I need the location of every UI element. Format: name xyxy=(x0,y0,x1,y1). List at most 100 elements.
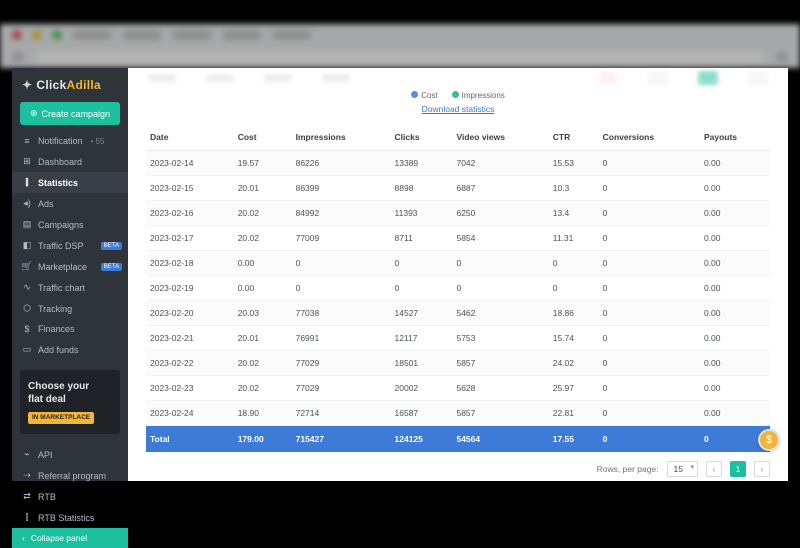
table-row[interactable]: 2023-02-190.00000000.00 xyxy=(146,276,770,301)
pager-prev-button[interactable]: ‹ xyxy=(706,461,722,477)
sidebar-item-rtb[interactable]: ⇄RTB xyxy=(12,486,128,507)
table-cell: 0 xyxy=(599,301,700,326)
table-cell: 19.57 xyxy=(234,151,292,176)
table-cell: 5854 xyxy=(452,226,548,251)
sidebar-item-statistics[interactable]: ⫿Statistics xyxy=(12,172,128,193)
total-cell: 715427 xyxy=(292,426,391,453)
table-cell: 20.01 xyxy=(234,326,292,351)
sound-icon: ◂) xyxy=(22,198,32,209)
table-row[interactable]: 2023-02-1620.028499211393625013.400.00 xyxy=(146,201,770,226)
table-cell: 0.00 xyxy=(234,276,292,301)
grid-icon: ⊞ xyxy=(22,156,32,167)
sidebar-item-label: Dashboard xyxy=(38,157,82,167)
table-cell: 13.4 xyxy=(549,201,599,226)
pager-next-button[interactable]: › xyxy=(754,461,770,477)
table-cell: 15.53 xyxy=(549,151,599,176)
table-row[interactable]: 2023-02-2418.907271416587585722.8100.00 xyxy=(146,401,770,426)
rows-per-page-select[interactable]: 15 xyxy=(667,461,698,477)
help-fab-button[interactable]: $ xyxy=(758,429,780,451)
sidebar-item-label: API xyxy=(38,450,53,460)
sidebar-item-campaigns[interactable]: ▤Campaigns xyxy=(12,214,128,235)
table-row[interactable]: 2023-02-180.00000000.00 xyxy=(146,251,770,276)
promo-line1: Choose your xyxy=(28,380,112,393)
column-header[interactable]: Cost xyxy=(234,124,292,151)
table-cell: 0.00 xyxy=(700,201,770,226)
table-row[interactable]: 2023-02-1520.01863998898688710.300.00 xyxy=(146,176,770,201)
sidebar-item-notification[interactable]: ≡Notification• 55 xyxy=(12,131,128,151)
download-statistics-link[interactable]: Download statistics xyxy=(422,104,495,114)
table-cell: 0 xyxy=(549,251,599,276)
table-row[interactable]: 2023-02-2220.027702918501585724.0200.00 xyxy=(146,351,770,376)
promo-chip: IN MARKETPLACE xyxy=(28,412,94,424)
table-cell: 0 xyxy=(599,201,700,226)
ref-icon: ⇢ xyxy=(22,470,32,481)
table-row[interactable]: 2023-02-2320.027702920002562825.9700.00 xyxy=(146,376,770,401)
sidebar-item-tracking[interactable]: ⬡Tracking xyxy=(12,298,128,319)
table-cell: 6250 xyxy=(452,201,548,226)
table-cell: 2023-02-16 xyxy=(146,201,234,226)
table-cell: 16587 xyxy=(391,401,453,426)
sidebar-item-add-funds[interactable]: ▭Add funds xyxy=(12,339,128,360)
api-icon: ⌁ xyxy=(22,449,32,460)
table-cell: 77038 xyxy=(292,301,391,326)
chevron-left-icon: ‹ xyxy=(22,533,25,543)
table-row[interactable]: 2023-02-1419.578622613389704215.5300.00 xyxy=(146,151,770,176)
sidebar-item-traffic-chart[interactable]: ∿Traffic chart xyxy=(12,277,128,298)
total-cell: 124125 xyxy=(391,426,453,453)
table-cell: 25.97 xyxy=(549,376,599,401)
cart-icon: 🛒 xyxy=(22,261,32,272)
table-cell: 76991 xyxy=(292,326,391,351)
chart-icon: ⫿ xyxy=(22,177,32,188)
sidebar-item-traffic-dsp[interactable]: ◧Traffic DSPBETA xyxy=(12,235,128,256)
table-cell: 20.01 xyxy=(234,176,292,201)
legend-impressions: Impressions xyxy=(452,91,505,100)
sidebar-item-dashboard[interactable]: ⊞ Dashboard xyxy=(12,151,128,172)
create-campaign-button[interactable]: ⊕ Create campaign xyxy=(20,102,120,125)
table-row[interactable]: 2023-02-1720.02770098711585411.3100.00 xyxy=(146,226,770,251)
total-cell: Total xyxy=(146,426,234,453)
column-header[interactable]: Date xyxy=(146,124,234,151)
sidebar-item-rtb-statistics[interactable]: ⫿RTB Statistics xyxy=(12,507,128,528)
bell-icon: ≡ xyxy=(22,136,32,146)
promo-box[interactable]: Choose your flat deal IN MARKETPLACE xyxy=(20,370,120,434)
collapse-panel-button[interactable]: ‹ Collapse panel xyxy=(12,528,128,548)
pager: Rows, per page: 15 ‹ 1 › xyxy=(128,453,788,481)
table-cell: 2023-02-15 xyxy=(146,176,234,201)
sidebar-item-finances[interactable]: $Finances xyxy=(12,319,128,339)
sidebar-item-referral-program[interactable]: ⇢ Referral program xyxy=(12,465,128,486)
table-cell: 18501 xyxy=(391,351,453,376)
plus-icon: ⊕ xyxy=(30,108,38,119)
total-cell: 0 xyxy=(599,426,700,453)
table-cell: 2023-02-14 xyxy=(146,151,234,176)
sidebar-item-label: RTB xyxy=(38,492,56,502)
column-header[interactable]: Conversions xyxy=(599,124,700,151)
sidebar-item-api[interactable]: ⌁ API xyxy=(12,444,128,465)
table-cell: 5628 xyxy=(452,376,548,401)
column-header[interactable]: Clicks xyxy=(391,124,453,151)
column-header[interactable]: CTR xyxy=(549,124,599,151)
main-content: Cost Impressions Download statistics Dat… xyxy=(128,68,788,481)
table-cell: 5462 xyxy=(452,301,548,326)
table-cell: 86226 xyxy=(292,151,391,176)
sidebar-item-label: Campaigns xyxy=(38,220,84,230)
column-header[interactable]: Payouts xyxy=(700,124,770,151)
sidebar-item-label: Referral program xyxy=(38,471,106,481)
stats-table: DateCostImpressionsClicksVideo viewsCTRC… xyxy=(146,124,770,452)
promo-line2: flat deal xyxy=(28,393,112,406)
brand-logo: ✦ ClickAdilla xyxy=(12,68,128,100)
sidebar-item-ads[interactable]: ◂)Ads xyxy=(12,193,128,214)
table-row[interactable]: 2023-02-2020.037703814527546218.8600.00 xyxy=(146,301,770,326)
table-cell: 2023-02-20 xyxy=(146,301,234,326)
column-header[interactable]: Video views xyxy=(452,124,548,151)
sidebar-item-marketplace[interactable]: 🛒MarketplaceBETA xyxy=(12,256,128,277)
table-cell: 0 xyxy=(599,226,700,251)
beta-badge: BETA xyxy=(101,242,122,250)
dsp-icon: ◧ xyxy=(22,240,32,251)
column-header[interactable]: Impressions xyxy=(292,124,391,151)
table-row[interactable]: 2023-02-2120.017699112117575315.7400.00 xyxy=(146,326,770,351)
table-cell: 0 xyxy=(599,351,700,376)
pager-page-button[interactable]: 1 xyxy=(730,461,746,477)
table-cell: 0 xyxy=(292,276,391,301)
sidebar-item-label: Tracking xyxy=(38,304,72,314)
table-cell: 0.00 xyxy=(700,276,770,301)
